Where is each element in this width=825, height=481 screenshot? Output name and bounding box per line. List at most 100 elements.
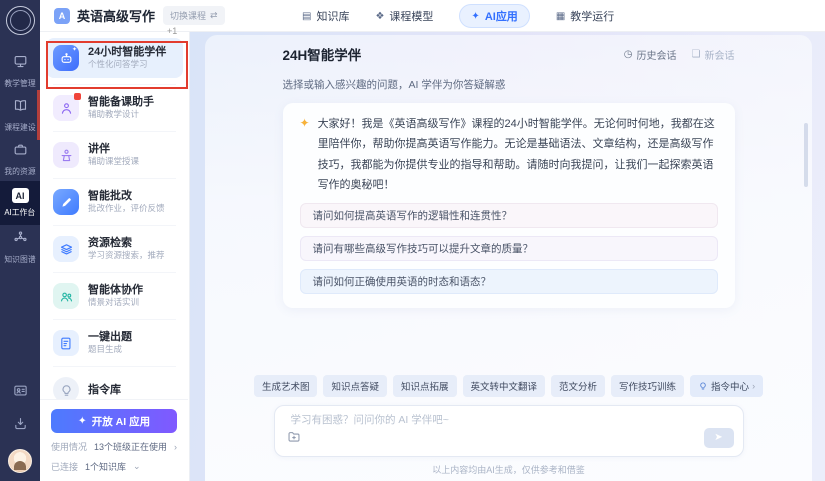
command-center-label: 指令中心 bbox=[711, 379, 749, 393]
bulb-icon bbox=[698, 381, 708, 391]
tool-item-quiz-generator[interactable]: 一键出题 题目生成 bbox=[40, 320, 189, 366]
people-icon bbox=[53, 283, 79, 309]
new-chat-label: 新会话 bbox=[705, 47, 735, 62]
chat-icon: ❏ bbox=[692, 49, 701, 60]
robot-icon: ✦ bbox=[53, 45, 79, 71]
tool-title: 智能批改 bbox=[88, 189, 165, 204]
scrollbar-thumb[interactable] bbox=[804, 123, 808, 187]
document-pencil-icon bbox=[53, 330, 79, 356]
chevron-right-icon: › bbox=[174, 442, 177, 452]
page-title: 24H智能学伴 bbox=[283, 44, 362, 64]
teacher-icon bbox=[53, 95, 79, 121]
rail-bottom bbox=[0, 383, 40, 473]
tool-subtitle: 学习资源搜索，推荐 bbox=[88, 250, 165, 262]
user-avatar[interactable] bbox=[8, 449, 32, 473]
open-ai-apps-button[interactable]: ✦ 开放 AI 应用 bbox=[51, 409, 177, 433]
tab-teaching-run[interactable]: ▦ 教学运行 bbox=[556, 8, 614, 24]
rail-item-teaching-management[interactable]: 教学管理 bbox=[0, 49, 40, 93]
tool-title: 资源检索 bbox=[88, 236, 165, 251]
main-area: 24H智能学伴 ◷ 历史会话 ❏ 新会话 选择或输入感兴趣的问题，AI 学伴为你… bbox=[190, 32, 825, 481]
chip-knowledge-qa[interactable]: 知识点答疑 bbox=[323, 375, 387, 397]
tool-title: 指令库 bbox=[88, 383, 121, 398]
new-chat-button[interactable]: ❏ 新会话 bbox=[692, 47, 735, 62]
switch-course-button[interactable]: 切换课程 ⇄ bbox=[163, 6, 225, 25]
notification-badge bbox=[74, 93, 81, 100]
ai-disclaimer: 以上内容均由AI生成，仅供参考和借鉴 bbox=[274, 463, 744, 476]
tab-label: 课程模型 bbox=[389, 8, 433, 24]
left-rail: 教学管理 课程建设 我的资源 AI AI工作台 知识图谱 bbox=[0, 0, 40, 481]
tool-subtitle: 辅助课堂授课 bbox=[88, 156, 139, 168]
tool-subtitle: 个性化问答学习 bbox=[88, 59, 166, 71]
tool-title: 讲伴 bbox=[88, 142, 139, 157]
usage-status-row[interactable]: 使用情况 13个班级正在使用 › bbox=[51, 440, 177, 453]
tab-label: 知识库 bbox=[316, 8, 349, 24]
tools-sidebar: ✦ 24小时智能学伴 个性化问答学习 智能备课助手 辅助教学设计 bbox=[40, 32, 190, 481]
chip-writing-skill-training[interactable]: 写作技巧训练 bbox=[611, 375, 684, 397]
open-ai-apps-label: 开放 AI 应用 bbox=[92, 414, 150, 429]
tool-item-ai-companion[interactable]: ✦ 24小时智能学伴 个性化问答学习 bbox=[46, 38, 183, 78]
chat-input-box[interactable]: ➤ bbox=[274, 405, 744, 457]
tab-course-model[interactable]: ❖ 课程模型 bbox=[375, 8, 433, 24]
knowledge-base-icon: ▤ bbox=[302, 11, 311, 22]
tool-item-lecture-companion[interactable]: 讲伴 辅助课堂授课 bbox=[40, 132, 189, 178]
connected-label: 已连接 bbox=[51, 460, 78, 473]
course-title: 英语高级写作 bbox=[77, 6, 155, 25]
panel-subtitle: 选择或输入感兴趣的问题，AI 学伴为你答疑解惑 bbox=[283, 77, 735, 92]
grid-icon: ▦ bbox=[556, 11, 565, 22]
book-icon bbox=[13, 98, 28, 118]
chat-input[interactable] bbox=[289, 413, 729, 427]
tool-item-resource-search[interactable]: 资源检索 学习资源搜索，推荐 bbox=[40, 226, 189, 272]
main-tabs: ▤ 知识库 ❖ 课程模型 ✦ AI应用 ▦ 教学运行 bbox=[302, 0, 614, 32]
mini-sparkle-icon: ✦ bbox=[72, 46, 77, 53]
tab-label: AI应用 bbox=[485, 8, 518, 24]
rail-item-ai-workbench[interactable]: AI AI工作台 bbox=[0, 181, 40, 225]
connected-value: 1个知识库 bbox=[85, 460, 126, 473]
welcome-message-text: 大家好！我是《英语高级写作》课程的24小时智能学伴。无论何时何地，我都在这里陪伴… bbox=[318, 114, 718, 195]
ai-badge-icon: AI bbox=[12, 188, 29, 203]
model-icon: ❖ bbox=[375, 11, 384, 22]
switch-course-label: 切换课程 bbox=[170, 9, 206, 22]
chip-knowledge-expand[interactable]: 知识点拓展 bbox=[393, 375, 457, 397]
chevron-right-icon: › bbox=[752, 381, 755, 391]
suggested-question-1[interactable]: 请问如何提高英语写作的逻辑性和连贯性？ bbox=[300, 203, 718, 228]
suggested-question-3[interactable]: 请问如何正确使用英语的时态和语态？ bbox=[300, 269, 718, 294]
rail-item-my-resources[interactable]: 我的资源 bbox=[0, 137, 40, 181]
usage-label: 使用情况 bbox=[51, 440, 87, 453]
tool-item-lesson-prep-assistant[interactable]: 智能备课助手 辅助教学设计 bbox=[40, 85, 189, 131]
folder-add-icon[interactable] bbox=[287, 430, 301, 449]
rail-item-knowledge-graph[interactable]: 知识图谱 bbox=[0, 225, 40, 269]
tool-item-agent-collaboration[interactable]: 智能体协作 情景对话实训 bbox=[40, 273, 189, 319]
history-button[interactable]: ◷ 历史会话 bbox=[624, 47, 677, 62]
chip-generate-art[interactable]: 生成艺术图 bbox=[254, 375, 318, 397]
send-button[interactable]: ➤ bbox=[704, 428, 734, 448]
tool-subtitle: 批改作业，评价反馈 bbox=[88, 203, 165, 215]
rail-item-label: AI工作台 bbox=[5, 206, 36, 217]
screen-icon bbox=[13, 54, 28, 74]
tool-subtitle: 题目生成 bbox=[88, 344, 132, 356]
tool-item-smart-grading[interactable]: 智能批改 批改作业，评价反馈 bbox=[40, 179, 189, 225]
history-label: 历史会话 bbox=[637, 47, 677, 62]
clock-icon: ◷ bbox=[624, 49, 633, 60]
tab-knowledge-base[interactable]: ▤ 知识库 bbox=[302, 8, 349, 24]
tool-subtitle: 辅助教学设计 bbox=[88, 109, 154, 121]
podium-icon bbox=[53, 142, 79, 168]
chip-en-to-zh-translate[interactable]: 英文转中文翻译 bbox=[463, 375, 546, 397]
connected-kb-row[interactable]: 已连接 1个知识库 ⌄ bbox=[51, 460, 177, 473]
swap-icon: ⇄ bbox=[210, 10, 218, 21]
command-center-chip[interactable]: 指令中心 › bbox=[690, 375, 763, 397]
tool-title: 24小时智能学伴 bbox=[88, 45, 166, 60]
send-icon: ➤ bbox=[714, 433, 722, 443]
download-icon[interactable] bbox=[13, 416, 28, 436]
tab-ai-apps[interactable]: ✦ AI应用 bbox=[459, 4, 529, 28]
contact-card-icon[interactable] bbox=[13, 383, 28, 403]
suggested-question-2[interactable]: 请问有哪些高级写作技巧可以提升文章的质量？ bbox=[300, 236, 718, 261]
rail-item-label: 我的资源 bbox=[4, 165, 35, 176]
graph-icon bbox=[13, 230, 28, 250]
rail-item-label: 教学管理 bbox=[4, 77, 35, 88]
rail-item-course-building[interactable]: 课程建设 bbox=[0, 93, 40, 137]
composer-area: 生成艺术图 知识点答疑 知识点拓展 英文转中文翻译 范文分析 写作技巧训练 指令… bbox=[274, 375, 744, 476]
tool-title: 一键出题 bbox=[88, 330, 132, 345]
chip-sample-analysis[interactable]: 范文分析 bbox=[551, 375, 605, 397]
sparkle-icon: ✦ bbox=[78, 415, 87, 427]
quick-action-chips: 生成艺术图 知识点答疑 知识点拓展 英文转中文翻译 范文分析 写作技巧训练 指令… bbox=[274, 375, 744, 397]
